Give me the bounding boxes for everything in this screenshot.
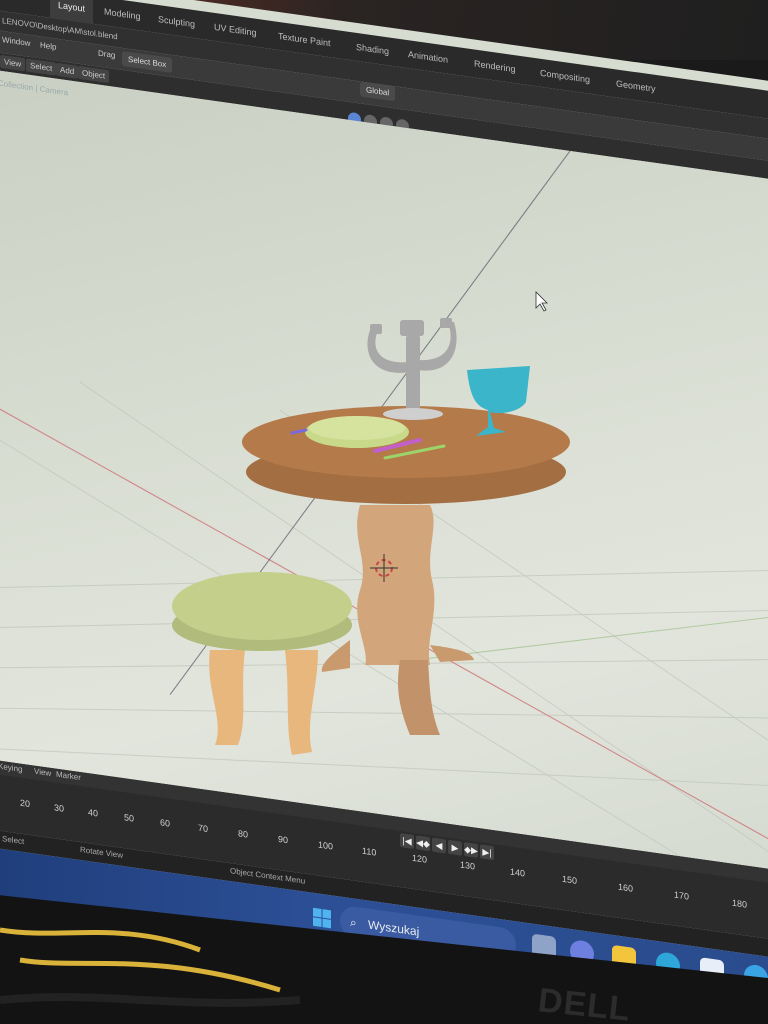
stool-leg [209,650,245,745]
cables [0,927,300,1007]
table-leg [398,660,440,735]
mouse-pointer-icon [535,291,548,312]
table-foot [321,640,350,672]
candelabra [367,318,457,420]
table-pedestal [357,505,435,665]
stool-leg [285,650,318,755]
stool-seat [172,572,352,640]
scene-objects [172,291,570,755]
photo: Layout Modeling Sculpting UV Editing Tex… [0,0,768,1024]
table-foot [430,645,474,662]
plate-inner [309,416,405,440]
